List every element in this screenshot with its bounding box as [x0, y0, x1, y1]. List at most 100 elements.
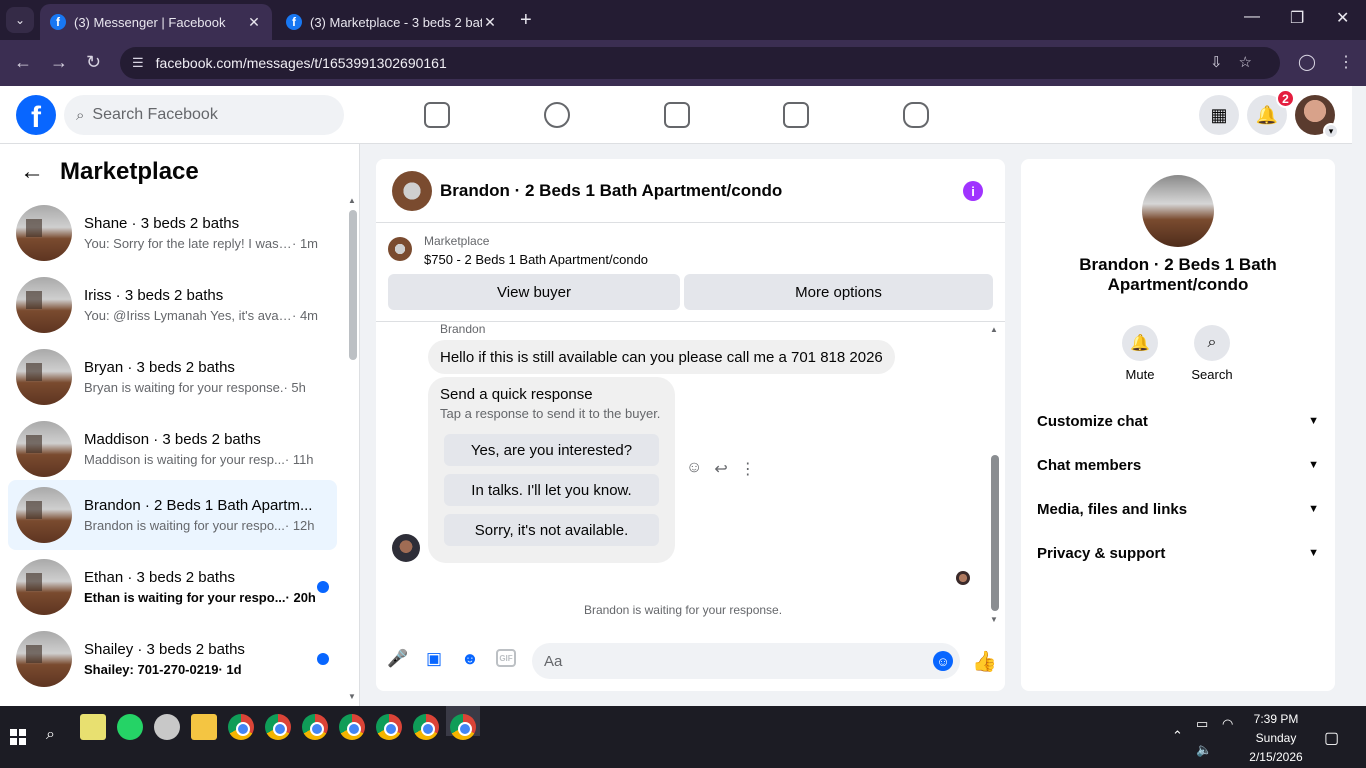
scrollbar-thumb[interactable]	[349, 210, 357, 360]
conversation-item[interactable]: Iriss · 3 beds 2 baths You: @Iriss Lyman…	[8, 270, 337, 340]
unread-dot-icon	[317, 653, 329, 665]
notifications-center-icon[interactable]: ▢	[1324, 728, 1339, 748]
tab-messenger[interactable]: f (3) Messenger | Facebook ✕	[40, 4, 272, 40]
new-tab-button[interactable]: +	[520, 9, 532, 32]
chevron-up-icon[interactable]: ⌃	[1172, 728, 1183, 744]
search-input[interactable]: ⌕ Search Facebook	[64, 95, 344, 135]
site-info-icon[interactable]: ☰	[132, 55, 144, 71]
browser-menu-icon[interactable]: ⋮	[1338, 52, 1354, 72]
listing-avatar[interactable]	[1142, 175, 1214, 247]
conversation-item-active[interactable]: Brandon · 2 Beds 1 Bath Apartm... Brando…	[8, 480, 337, 550]
profile-icon[interactable]: ◯	[1298, 52, 1316, 72]
reload-icon[interactable]: ↻	[86, 52, 101, 73]
incoming-message[interactable]: Hello if this is still available can you…	[428, 340, 895, 374]
listing-title[interactable]: $750 - 2 Beds 1 Bath Apartment/condo	[424, 252, 648, 267]
chrome-icon[interactable]	[302, 714, 328, 740]
chrome-icon[interactable]	[265, 714, 291, 740]
clock-day: Sunday	[1255, 731, 1297, 745]
wifi-icon[interactable]: ◠	[1222, 716, 1233, 732]
close-tab-icon[interactable]: ✕	[482, 14, 498, 31]
notification-badge: 2	[1276, 89, 1295, 108]
facebook-favicon-icon: f	[50, 14, 66, 30]
chrome-icon[interactable]	[376, 714, 402, 740]
chrome-icon[interactable]	[413, 714, 439, 740]
file-explorer-icon[interactable]	[191, 714, 217, 740]
battery-icon[interactable]: ▭	[1196, 716, 1208, 732]
windows-start-icon[interactable]	[10, 729, 26, 745]
quick-response-button[interactable]: Yes, are you interested?	[444, 434, 659, 466]
gif-icon[interactable]: GIF	[496, 649, 516, 667]
sidebar-scrollbar[interactable]: ▲ ▼	[346, 196, 358, 702]
customize-chat-section[interactable]: Customize chat ▼	[1037, 399, 1319, 443]
whatsapp-icon[interactable]	[117, 714, 143, 740]
account-avatar[interactable]: ▾	[1295, 95, 1339, 139]
chrome-icon[interactable]	[228, 714, 254, 740]
chrome-icon[interactable]	[450, 714, 476, 740]
url-bar[interactable]: ☰ facebook.com/messages/t/16539913026901…	[120, 47, 1280, 79]
section-label: Privacy & support	[1037, 544, 1166, 562]
mute-button[interactable]: 🔔 Mute	[1110, 325, 1170, 382]
message-input[interactable]	[532, 643, 960, 679]
scroll-up-icon[interactable]: ▲	[990, 325, 998, 334]
conversation-item[interactable]: Bryan · 3 beds 2 baths Bryan is waiting …	[8, 342, 337, 412]
privacy-support-section[interactable]: Privacy & support ▼	[1037, 531, 1319, 575]
view-buyer-button[interactable]: View buyer	[388, 274, 680, 310]
react-icon[interactable]: ☺	[686, 459, 702, 479]
page-scrollbar[interactable]	[1352, 86, 1366, 706]
buyer-avatar[interactable]	[392, 534, 420, 562]
video-icon[interactable]	[664, 102, 690, 128]
more-options-button[interactable]: More options	[684, 274, 993, 310]
minimize-button[interactable]: —	[1244, 8, 1260, 26]
quick-response-button[interactable]: In talks. I'll let you know.	[444, 474, 659, 506]
reply-icon[interactable]: ↩	[714, 459, 727, 479]
facebook-logo-icon[interactable]: f	[16, 95, 56, 135]
chrome-icon[interactable]	[339, 714, 365, 740]
conversation-time: · 4m	[292, 308, 318, 323]
gaming-icon[interactable]	[903, 102, 929, 128]
photo-icon[interactable]: ▣	[424, 649, 444, 669]
close-tab-icon[interactable]: ✕	[246, 14, 262, 31]
more-icon[interactable]: ⋮	[740, 459, 756, 479]
conversation-preview: Shailey: 701-270-0219	[84, 662, 219, 677]
back-arrow-icon[interactable]: ←	[14, 52, 32, 73]
search-icon[interactable]: ⌕	[46, 726, 55, 744]
conversation-item[interactable]: Ethan · 3 beds 2 baths Ethan is waiting …	[8, 552, 337, 622]
close-window-button[interactable]: ✕	[1336, 8, 1349, 28]
sticker-icon[interactable]: ☻	[460, 649, 480, 669]
emoji-icon[interactable]: ☺	[933, 651, 953, 671]
volume-icon[interactable]: 🔈	[1196, 742, 1212, 758]
scroll-down-icon[interactable]: ▼	[990, 615, 998, 624]
media-files-section[interactable]: Media, files and links ▼	[1037, 487, 1319, 531]
settings-gear-icon[interactable]	[154, 714, 180, 740]
install-star-icons[interactable]: ⇩☆	[1210, 53, 1268, 71]
conversation-item[interactable]: Shailey · 3 beds 2 baths Shailey: 701-27…	[8, 624, 337, 694]
listing-thumbnail	[16, 631, 72, 687]
menu-grid-icon[interactable]: ▦	[1199, 95, 1239, 135]
chat-members-section[interactable]: Chat members ▼	[1037, 443, 1319, 487]
chat-title[interactable]: Brandon · 2 Beds 1 Bath Apartment/condo	[440, 181, 782, 201]
chat-scrollbar[interactable]: ▲ ▼	[988, 325, 1002, 625]
marketplace-icon[interactable]	[783, 102, 809, 128]
microphone-icon[interactable]: 🎤	[387, 649, 408, 669]
conversation-item[interactable]: Maddison · 3 beds 2 baths Maddison is wa…	[8, 414, 337, 484]
back-arrow-icon[interactable]: ←	[20, 158, 44, 186]
notifications-button[interactable]: 🔔 2	[1247, 89, 1295, 135]
quick-response-button[interactable]: Sorry, it's not available.	[444, 514, 659, 546]
forward-arrow-icon[interactable]: →	[50, 52, 68, 73]
tab-search-button[interactable]: ⌄	[6, 7, 34, 33]
scroll-up-icon[interactable]: ▲	[348, 196, 356, 205]
notepad-icon[interactable]	[80, 714, 106, 740]
system-clock[interactable]: 7:39 PM Sunday 2/15/2026	[1246, 710, 1306, 767]
home-icon[interactable]	[424, 102, 450, 128]
conversation-item[interactable]: Shane · 3 beds 2 baths You: Sorry for th…	[8, 198, 337, 268]
maximize-button[interactable]: ❐	[1290, 8, 1304, 28]
scrollbar-thumb[interactable]	[991, 455, 999, 611]
chat-avatar[interactable]	[392, 170, 432, 211]
scroll-down-icon[interactable]: ▼	[348, 692, 356, 701]
listing-thumbnail	[16, 559, 72, 615]
thumbs-up-icon[interactable]: 👍	[972, 649, 997, 674]
friends-icon[interactable]	[544, 102, 570, 128]
tab-marketplace[interactable]: f (3) Marketplace - 3 beds 2 bath ✕	[276, 4, 508, 40]
info-icon[interactable]: i	[963, 181, 983, 201]
search-conversation-button[interactable]: ⌕ Search	[1182, 325, 1242, 382]
